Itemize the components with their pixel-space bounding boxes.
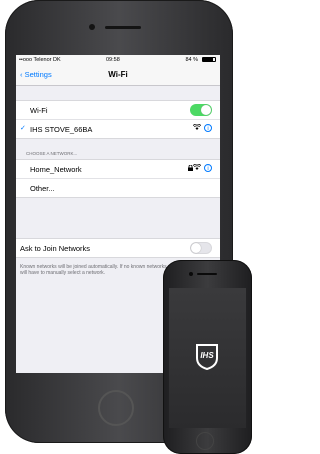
connected-network-row[interactable]: ✓ IHS STOVE_66BA i — [16, 120, 220, 138]
battery-percent: 84 % — [185, 57, 198, 63]
small-phone-frame: IHS — [163, 260, 252, 454]
carrier-label: ••ooo Telenor DK — [19, 57, 61, 63]
wifi-icon — [192, 163, 202, 172]
home-button[interactable] — [196, 432, 214, 450]
network-name: Home_Network — [30, 165, 82, 174]
info-icon[interactable]: i — [204, 124, 212, 132]
speaker-grille — [197, 273, 217, 275]
wifi-icon — [192, 123, 202, 132]
navigation-bar: ‹ Settings Wi-Fi — [16, 65, 220, 86]
ask-to-join-label: Ask to Join Networks — [20, 244, 91, 253]
info-icon[interactable]: i — [204, 164, 212, 172]
battery-icon — [202, 57, 216, 62]
ask-to-join-group: Ask to Join Networks — [16, 238, 220, 258]
camera-icon — [189, 272, 193, 276]
page-title: Wi-Fi — [108, 70, 128, 79]
clock: 09:58 — [106, 57, 120, 63]
status-bar: ••ooo Telenor DK 09:58 84 % — [16, 55, 220, 65]
app-screen: IHS — [169, 288, 246, 428]
home-button[interactable] — [98, 390, 134, 426]
choose-network-header: CHOOSE A NETWORK... — [26, 151, 78, 156]
speaker-grille — [105, 26, 141, 29]
other-network-label: Other... — [30, 184, 55, 193]
network-row[interactable]: Home_Network i — [16, 160, 220, 179]
networks-group: Home_Network i Other... — [16, 159, 220, 198]
camera-icon — [89, 24, 95, 30]
wifi-toggle-row: Wi-Fi — [16, 101, 220, 120]
wifi-label: Wi-Fi — [30, 106, 48, 115]
ask-to-join-toggle[interactable] — [190, 242, 212, 254]
logo-text: IHS — [200, 351, 214, 360]
checkmark-icon: ✓ — [20, 125, 26, 132]
other-network-row[interactable]: Other... — [16, 179, 220, 197]
ask-to-join-row: Ask to Join Networks — [16, 239, 220, 257]
ihs-logo: IHS — [193, 342, 221, 371]
connected-network-name: IHS STOVE_66BA — [30, 125, 93, 134]
wifi-toggle[interactable] — [190, 104, 212, 116]
wifi-group: Wi-Fi ✓ IHS STOVE_66BA i — [16, 100, 220, 139]
